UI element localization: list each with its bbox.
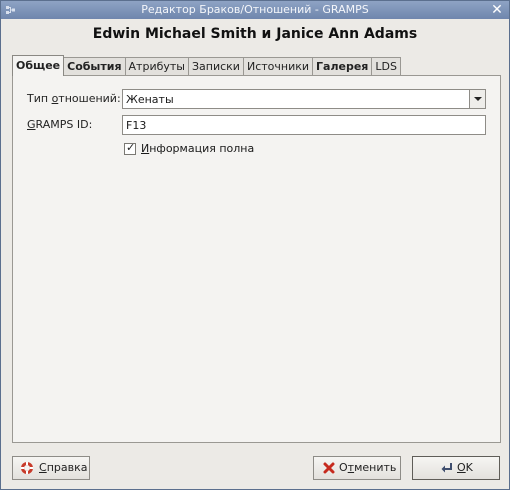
- tab-general[interactable]: Общее: [12, 55, 65, 76]
- tab-notes[interactable]: Записки: [187, 57, 244, 76]
- red-x-cancel-icon: [323, 462, 335, 474]
- cancel-button[interactable]: Отменить: [313, 456, 401, 480]
- relationship-type-label-rest: тношений:: [58, 92, 121, 105]
- checkmark-icon: ✓: [126, 141, 136, 154]
- relationship-type-value[interactable]: Женаты: [126, 93, 174, 106]
- relationship-type-combo[interactable]: Женаты: [122, 89, 486, 109]
- tab-attributes[interactable]: Атрибуты: [124, 57, 189, 76]
- window-title: Редактор Браков/Отношений - GRAMPS: [141, 3, 369, 16]
- help-button-label: Справка: [39, 457, 87, 479]
- tab-events[interactable]: События: [63, 57, 126, 76]
- gramps-id-field[interactable]: F13: [122, 115, 486, 135]
- tab-bar: Общее События Атрибуты Записки Источники…: [12, 55, 401, 76]
- gramps-id-value[interactable]: F13: [126, 119, 146, 132]
- ok-mnemonic: O: [457, 461, 466, 474]
- help-mnemonic: С: [39, 461, 47, 474]
- ok-button-label: OK: [457, 457, 473, 479]
- title-bar[interactable]: Редактор Браков/Отношений - GRAMPS ✕: [1, 1, 509, 19]
- complete-label-rest: нформация полна: [149, 142, 255, 155]
- complete-checkbox-label[interactable]: Информация полна: [141, 142, 254, 155]
- cancel-button-label: Отменить: [339, 457, 396, 479]
- cancel-label-rest: менить: [354, 461, 397, 474]
- dialog-window: Редактор Браков/Отношений - GRAMPS ✕ Edw…: [0, 0, 510, 490]
- tab-gallery[interactable]: Галерея: [312, 57, 373, 76]
- close-icon[interactable]: ✕: [489, 2, 505, 18]
- gramps-id-label-mnemonic: G: [27, 118, 36, 131]
- complete-checkbox[interactable]: ✓: [124, 141, 136, 155]
- relationship-type-label: Тип отношений:: [27, 92, 121, 105]
- family-heading: Edwin Michael Smith и Janice Ann Adams: [92, 26, 418, 42]
- chevron-down-icon[interactable]: [469, 90, 485, 108]
- tab-lds[interactable]: LDS: [371, 57, 401, 76]
- return-arrow-ok-icon: [441, 463, 452, 473]
- cancel-label-start: О: [339, 461, 348, 474]
- ok-label-rest: K: [465, 461, 473, 474]
- relationship-type-label-text: Тип: [27, 92, 52, 105]
- tab-sources[interactable]: Источники: [242, 57, 314, 76]
- gramps-id-label-rest: RAMPS ID:: [35, 118, 93, 131]
- general-tab-panel: Тип отношений: Женаты GRAMPS ID: F13 ✓ И…: [12, 75, 501, 443]
- ok-button[interactable]: OK: [412, 456, 500, 480]
- complete-label-mnemonic: И: [141, 142, 150, 155]
- help-button[interactable]: Справка: [12, 456, 90, 480]
- help-rest: правка: [46, 461, 88, 474]
- lifebuoy-help-icon: [21, 462, 33, 474]
- gramps-id-label: GRAMPS ID:: [27, 118, 92, 131]
